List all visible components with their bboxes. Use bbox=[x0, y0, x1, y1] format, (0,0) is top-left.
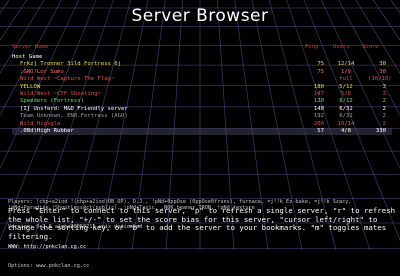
column-header-ping[interactable]: Ping bbox=[305, 44, 318, 50]
help-text: Press "Enter" to connect to this server,… bbox=[8, 206, 396, 242]
server-ping: 57 bbox=[317, 127, 324, 134]
server-ping: 200 bbox=[313, 120, 324, 127]
server-row[interactable]: YELLOW 180 5/12 3 bbox=[12, 84, 392, 91]
options-text: Options: www.pnkclan.cg.cc bbox=[8, 262, 90, 269]
column-header-server-name[interactable]: Server Name bbox=[12, 44, 48, 50]
server-name: Team Unknown, ENO.Fortress (AGO) bbox=[20, 113, 128, 120]
server-name: .0Bd)High Rubber bbox=[20, 127, 74, 134]
server-users: 6/32 bbox=[339, 105, 353, 112]
server-users: 1/9 bbox=[340, 68, 352, 75]
column-header-score[interactable]: Score bbox=[362, 44, 379, 50]
server-row[interactable]: Wild West ~Capture The Flag~ full (10/10) bbox=[12, 76, 392, 83]
server-users: 12/14 bbox=[337, 61, 355, 68]
server-name: Host Game bbox=[12, 54, 43, 60]
server-name: YELLOW bbox=[20, 83, 41, 90]
server-ping: 192 bbox=[313, 113, 324, 120]
server-row[interactable]: Speeders (Fortress) 130 8/12 2 bbox=[12, 98, 392, 105]
server-name: Speeders (Fortress) bbox=[20, 98, 84, 105]
server-score: (10/10) bbox=[368, 76, 392, 83]
server-score: 330 bbox=[375, 127, 386, 134]
server-ping: 130 bbox=[313, 98, 324, 105]
server-users: 4/8 bbox=[340, 127, 352, 134]
server-score: 2 bbox=[382, 98, 386, 105]
column-header-users[interactable]: Users bbox=[333, 44, 350, 50]
server-ping: 75 bbox=[317, 61, 324, 68]
server-users: 5/12 bbox=[339, 83, 353, 90]
server-users: 10/14 bbox=[337, 120, 355, 127]
server-name: Wild Higsgla bbox=[20, 120, 61, 127]
server-list: Host Game Frkz] Tronner 3ild Fortress 6j 7… bbox=[12, 54, 392, 136]
www-text: WWW: http://pnkclan.cg.cc bbox=[8, 243, 87, 250]
server-row[interactable]: Frkz] Tronner 3ild Fortress 6j 75 12/14 30 bbox=[12, 61, 392, 68]
server-name: :&NO!Lor Sumo bbox=[20, 68, 64, 75]
server-ping: 140 bbox=[313, 105, 324, 112]
server-ping: 75 bbox=[317, 68, 324, 75]
page-title: Server Browser bbox=[131, 6, 269, 26]
server-score: 3 bbox=[382, 83, 386, 90]
server-row[interactable]: Wild West ~CTF Shooting~ 147 5/8 3 bbox=[12, 91, 392, 98]
server-users: 8/12 bbox=[339, 98, 353, 105]
server-score: 2 bbox=[382, 113, 386, 120]
server-users: 5/8 bbox=[340, 90, 352, 97]
server-row[interactable]: Team Unknown, ENO.Fortress (AGO) 192 6/32 2 bbox=[12, 113, 392, 120]
server-users: 6/32 bbox=[339, 113, 353, 120]
server-row[interactable]: [I] Unsferd: M&D Friendly server 140 6/32 2 bbox=[12, 106, 392, 113]
server-row[interactable]: .0Bd)High Rubber 57 4/8 330 bbox=[12, 127, 392, 136]
server-row[interactable]: :&NO!Lor Sumo 75 1/9 30 bbox=[12, 69, 392, 76]
server-score: 30 bbox=[379, 68, 386, 75]
server-score: 3 bbox=[382, 90, 386, 97]
server-score: 2 bbox=[382, 105, 386, 112]
server-score: 2 bbox=[382, 120, 386, 127]
server-name: [I] Unsferd: M&D Friendly server bbox=[20, 105, 128, 112]
host-game-row[interactable]: Host Game bbox=[12, 54, 392, 61]
server-name: Wild West ~Capture The Flag~ bbox=[20, 76, 115, 83]
server-row[interactable]: Wild Higsgla 200 10/14 2 bbox=[12, 121, 392, 128]
server-users: full bbox=[339, 76, 353, 83]
server-name: Wild West ~CTF Shooting~ bbox=[20, 90, 101, 97]
server-name: Frkz] Tronner 3ild Fortress 6j bbox=[20, 61, 122, 68]
server-ping: 147 bbox=[313, 90, 324, 97]
server-score: 30 bbox=[379, 61, 386, 68]
server-ping: 180 bbox=[313, 83, 324, 90]
